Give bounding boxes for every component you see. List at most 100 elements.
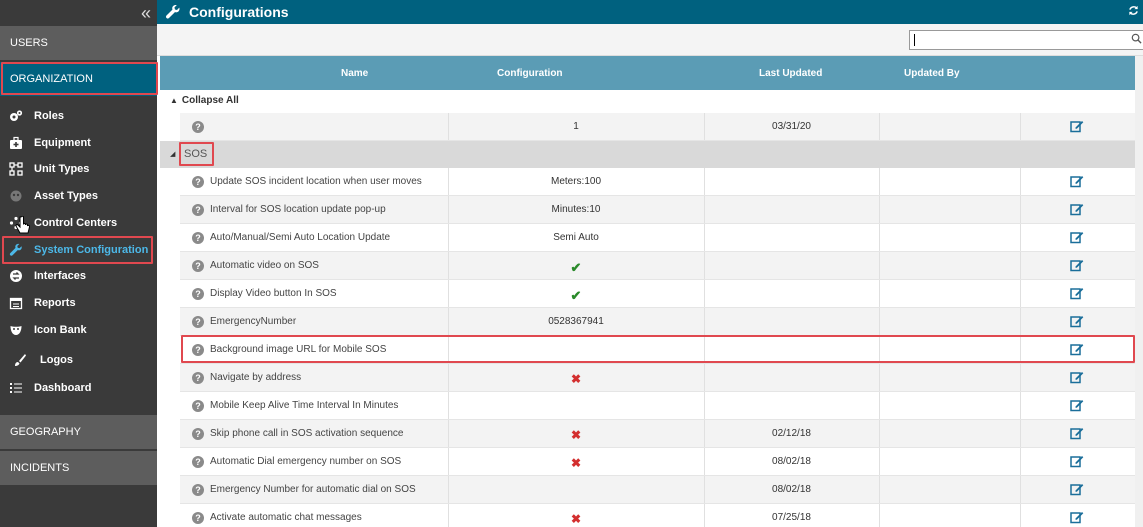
highlight-organization bbox=[1, 62, 158, 95]
table-row[interactable]: ? Interval for SOS location update pop-up… bbox=[180, 196, 1135, 224]
column-last-updated[interactable]: Last Updated bbox=[759, 68, 822, 79]
brush-icon bbox=[12, 352, 28, 368]
table-row[interactable]: ? Navigate by address ✖ bbox=[180, 364, 1135, 392]
row-configuration: ✖ bbox=[448, 428, 704, 442]
help-icon[interactable]: ? bbox=[192, 456, 204, 468]
row-name: Automatic Dial emergency number on SOS bbox=[210, 456, 402, 467]
sidebar-item-label: Control Centers bbox=[34, 217, 118, 229]
edit-icon[interactable] bbox=[1070, 230, 1084, 244]
edit-icon[interactable] bbox=[1070, 119, 1084, 133]
row-last-updated: 03/31/20 bbox=[772, 121, 811, 132]
collapse-all-label: Collapse All bbox=[181, 95, 239, 106]
highlight-background-image-row bbox=[181, 335, 1135, 363]
help-icon[interactable]: ? bbox=[192, 316, 204, 328]
collapse-all-toggle[interactable]: ▲ Collapse All bbox=[170, 95, 239, 106]
mask-icon bbox=[8, 322, 24, 338]
table-row[interactable]: ? EmergencyNumber 0528367941 bbox=[180, 308, 1135, 336]
page-title: Configurations bbox=[189, 4, 289, 20]
help-icon[interactable]: ? bbox=[192, 372, 204, 384]
sidebar-item-equipment[interactable]: Equipment bbox=[0, 130, 157, 156]
help-icon[interactable]: ? bbox=[192, 176, 204, 188]
sidebar-item-label: Logos bbox=[40, 354, 73, 366]
edit-icon[interactable] bbox=[1070, 398, 1084, 412]
sidebar-item-interfaces[interactable]: Interfaces bbox=[0, 263, 157, 289]
sidebar-item-label: Icon Bank bbox=[34, 324, 87, 336]
row-configuration-value: 0528367941 bbox=[548, 316, 604, 327]
edit-icon[interactable] bbox=[1070, 202, 1084, 216]
column-updated-by[interactable]: Updated By bbox=[904, 68, 960, 79]
row-name: EmergencyNumber bbox=[210, 316, 297, 327]
edit-icon[interactable] bbox=[1070, 426, 1084, 440]
table-row[interactable]: ? Skip phone call in SOS activation seque… bbox=[180, 420, 1135, 448]
sidebar-item-dashboard[interactable]: Dashboard bbox=[0, 375, 157, 401]
table-row[interactable]: ? Automatic video on SOS ✔ bbox=[180, 252, 1135, 280]
expand-triangle-icon[interactable]: ◢ bbox=[170, 150, 175, 158]
section-incidents[interactable]: INCIDENTS bbox=[0, 451, 157, 485]
cross-icon: ✖ bbox=[570, 456, 582, 470]
help-icon[interactable]: ? bbox=[192, 512, 204, 524]
row-configuration: Semi Auto bbox=[448, 232, 704, 243]
check-icon: ✔ bbox=[570, 260, 582, 275]
sidebar-item-icon-bank[interactable]: Icon Bank bbox=[0, 317, 157, 343]
edit-icon[interactable] bbox=[1070, 482, 1084, 496]
collapse-sidebar-icon[interactable]: « bbox=[141, 4, 151, 22]
asset-icon bbox=[8, 188, 24, 204]
sidebar-item-label: Reports bbox=[34, 297, 76, 309]
group-row-sos[interactable]: ◢ SOS bbox=[160, 141, 1135, 168]
cross-icon: ✖ bbox=[570, 428, 582, 442]
sidebar-item-unit-types[interactable]: Unit Types bbox=[0, 156, 157, 182]
row-configuration: 1 bbox=[573, 121, 579, 132]
help-icon[interactable]: ? bbox=[192, 288, 204, 300]
help-icon[interactable]: ? bbox=[192, 400, 204, 412]
table-row[interactable]: ? Display Video button In SOS ✔ bbox=[180, 280, 1135, 308]
refresh-icon[interactable] bbox=[1128, 5, 1139, 19]
row-configuration: Meters:100 bbox=[448, 176, 704, 187]
edit-icon[interactable] bbox=[1070, 314, 1084, 328]
sidebar-item-roles[interactable]: Roles bbox=[0, 103, 157, 129]
collapse-triangle-icon: ▲ bbox=[170, 96, 178, 105]
sitemap-icon bbox=[8, 161, 24, 177]
column-configuration[interactable]: Configuration bbox=[497, 68, 563, 79]
help-icon[interactable]: ? bbox=[192, 232, 204, 244]
help-icon[interactable]: ? bbox=[192, 204, 204, 216]
edit-icon[interactable] bbox=[1070, 174, 1084, 188]
text-caret bbox=[914, 34, 915, 46]
search-icon[interactable] bbox=[1131, 33, 1142, 47]
row-configuration: 0528367941 bbox=[448, 316, 704, 327]
help-icon[interactable]: ? bbox=[192, 121, 204, 133]
sidebar-item-reports[interactable]: Reports bbox=[0, 290, 157, 316]
edit-icon[interactable] bbox=[1070, 258, 1084, 272]
help-icon[interactable]: ? bbox=[192, 428, 204, 440]
sidebar-item-label: Equipment bbox=[34, 137, 91, 149]
row-last-updated: 02/12/18 bbox=[772, 428, 811, 439]
help-icon[interactable]: ? bbox=[192, 260, 204, 272]
row-name: Display Video button In SOS bbox=[210, 288, 337, 299]
search-input[interactable] bbox=[909, 30, 1143, 50]
sidebar: « USERS ORGANIZATION Roles Equipment Uni… bbox=[0, 0, 158, 527]
section-geography[interactable]: GEOGRAPHY bbox=[0, 415, 157, 449]
edit-icon[interactable] bbox=[1070, 370, 1084, 384]
row-name: Interval for SOS location update pop-up bbox=[210, 204, 386, 215]
table-row[interactable]: ? Mobile Keep Alive Time Interval In Minu… bbox=[180, 392, 1135, 420]
sidebar-item-label: Dashboard bbox=[34, 382, 92, 394]
table-row[interactable]: ? Activate automatic chat messages ✖ 07/25/… bbox=[180, 504, 1135, 527]
table-row[interactable]: ? Update SOS incident location when user … bbox=[180, 168, 1135, 196]
table-row[interactable]: ? Emergency Number for automatic dial on … bbox=[180, 476, 1135, 504]
toolbar bbox=[157, 24, 1143, 56]
edit-icon[interactable] bbox=[1070, 286, 1084, 300]
help-icon[interactable]: ? bbox=[192, 484, 204, 496]
sidebar-item-asset-types[interactable]: Asset Types bbox=[0, 183, 157, 209]
table-row[interactable]: ? 1 03/31/20 bbox=[180, 113, 1135, 141]
row-configuration-value: Semi Auto bbox=[553, 232, 599, 243]
table-row[interactable]: ? Auto/Manual/Semi Auto Location Update Se… bbox=[180, 224, 1135, 252]
sidebar-item-logos[interactable]: Logos bbox=[0, 347, 157, 373]
row-configuration: ✖ bbox=[448, 512, 704, 526]
table-row[interactable]: ? Automatic Dial emergency number on SOS ✖… bbox=[180, 448, 1135, 476]
scrollbar[interactable] bbox=[1135, 56, 1143, 527]
section-users[interactable]: USERS bbox=[0, 26, 157, 60]
highlight-sos bbox=[179, 142, 214, 166]
row-name: Navigate by address bbox=[210, 372, 302, 383]
edit-icon[interactable] bbox=[1070, 454, 1084, 468]
column-name[interactable]: Name bbox=[341, 68, 368, 79]
edit-icon[interactable] bbox=[1070, 510, 1084, 524]
